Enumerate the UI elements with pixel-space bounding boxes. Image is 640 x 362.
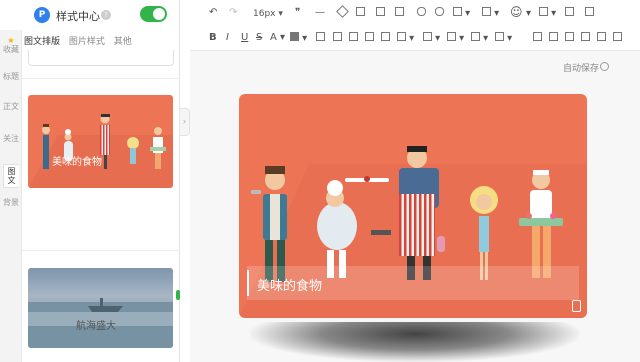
page-margin-icon[interactable]: ▾	[495, 32, 512, 46]
font-size-value: 16px	[253, 9, 276, 19]
clock-icon	[600, 62, 609, 71]
quote-icon[interactable]: ❞	[295, 6, 300, 20]
table-merge-icon[interactable]	[581, 32, 590, 46]
poster-corner-icon	[572, 300, 581, 312]
card-caption: 航海盛大	[76, 321, 116, 332]
panel-header: P 样式中心 ?	[0, 0, 180, 30]
star-icon: ★	[7, 36, 15, 45]
collapse-panel-button[interactable]: ›	[180, 108, 190, 136]
horizontal-rule-icon[interactable]: —	[315, 6, 325, 20]
bold-button[interactable]: B	[209, 31, 217, 45]
poster-shadow	[250, 322, 580, 362]
scrollbar-thumb[interactable]	[176, 290, 180, 300]
divider	[22, 78, 180, 79]
align-left-icon[interactable]	[333, 32, 342, 46]
subtab-image-style[interactable]: 图片样式	[69, 34, 105, 47]
image-icon[interactable]: ▾	[539, 7, 556, 21]
word-import-icon[interactable]	[585, 7, 594, 21]
panel-title: 样式中心	[56, 10, 100, 23]
paragraph-after-icon[interactable]: ▾	[447, 32, 464, 46]
editor-toolbar: ↶ ↷ 16px ▾ ❞ — ▾ ▾ ☺ ▾ ▾ B I U S A ▾ ▾ ▾…	[195, 0, 640, 50]
subtab-other[interactable]: 其他	[114, 34, 132, 47]
app-logo: P	[34, 7, 50, 23]
font-color-button[interactable]: A ▾	[270, 31, 285, 45]
sea-illustration	[28, 298, 173, 348]
grid-icon[interactable]	[565, 7, 574, 21]
redo-icon[interactable]: ↷	[229, 6, 237, 20]
chefs-illustration	[28, 114, 173, 188]
emoji-dropdown-icon[interactable]: ▾	[526, 7, 531, 21]
poster-caption[interactable]: 美味的食物	[257, 275, 322, 294]
unlink-icon[interactable]	[435, 7, 444, 21]
table-row-icon[interactable]	[549, 32, 558, 46]
format-brush-icon[interactable]	[356, 7, 365, 21]
font-color-label: A	[270, 32, 277, 43]
table-col-icon[interactable]	[565, 32, 574, 46]
line-height-icon[interactable]: ▾	[471, 32, 488, 46]
card-caption: 美味的食物	[52, 157, 102, 168]
italic-button[interactable]: I	[226, 31, 229, 45]
style-card-sea[interactable]: 航海盛大	[28, 268, 173, 348]
table-split-icon[interactable]	[597, 32, 606, 46]
insert-block-icon[interactable]	[376, 7, 385, 21]
link-icon[interactable]	[417, 7, 426, 21]
table-delete-icon[interactable]	[613, 32, 622, 46]
underline-button[interactable]: U	[241, 31, 248, 45]
poster-image[interactable]: 美味的食物	[239, 94, 587, 318]
sub-tabs: 图文排版 图片样式 其他	[24, 34, 138, 48]
style-toggle-switch[interactable]	[140, 6, 167, 22]
paragraph-before-icon[interactable]: ▾	[423, 32, 440, 46]
table-icon[interactable]	[533, 32, 542, 46]
tab-body[interactable]: 正文	[3, 102, 19, 111]
tab-image-text[interactable]: 图文	[3, 164, 19, 188]
style-center-panel: P 样式中心 ? ★ 收藏 标题 正文 关注 图文 背景 图文排版 图片样式 其…	[0, 0, 180, 362]
strikethrough-button[interactable]: S	[256, 31, 262, 45]
emoji-icon[interactable]: ☺	[510, 5, 523, 19]
caption-bar: 美味的食物	[247, 266, 579, 300]
list-icon[interactable]: ▾	[397, 32, 414, 46]
font-size-select[interactable]: 16px ▾	[253, 7, 283, 21]
letter-spacing-icon[interactable]: ▾	[482, 7, 499, 21]
help-icon[interactable]: ?	[101, 10, 111, 20]
tab-title[interactable]: 标题	[3, 72, 19, 81]
tab-background[interactable]: 背景	[3, 198, 19, 207]
tab-follow[interactable]: 关注	[3, 134, 19, 143]
tab-favorites[interactable]: ★ 收藏	[3, 36, 19, 54]
style-card-list: 美味的食物 航海盛大	[22, 50, 180, 362]
divider	[22, 250, 180, 251]
caption-accent-line	[247, 270, 249, 296]
format-clear-icon[interactable]	[336, 5, 349, 21]
autosave-status: 自动保存	[563, 64, 600, 74]
line-spacing-icon[interactable]: ▾	[453, 7, 470, 21]
style-card-food[interactable]: 美味的食物	[28, 95, 173, 188]
indent-icon[interactable]	[316, 32, 325, 46]
style-card-partial[interactable]	[28, 50, 174, 66]
align-right-icon[interactable]	[365, 32, 374, 46]
vertical-tabs: ★ 收藏 标题 正文 关注 图文 背景	[0, 30, 22, 230]
highlight-color-button[interactable]: ▾	[290, 32, 307, 46]
insert-template-icon[interactable]	[395, 7, 404, 21]
tab-label: 收藏	[3, 45, 19, 54]
undo-icon[interactable]: ↶	[209, 6, 217, 20]
subtab-image-text-layout[interactable]: 图文排版	[24, 34, 60, 47]
align-center-icon[interactable]	[349, 32, 358, 46]
align-justify-icon[interactable]	[381, 32, 390, 46]
